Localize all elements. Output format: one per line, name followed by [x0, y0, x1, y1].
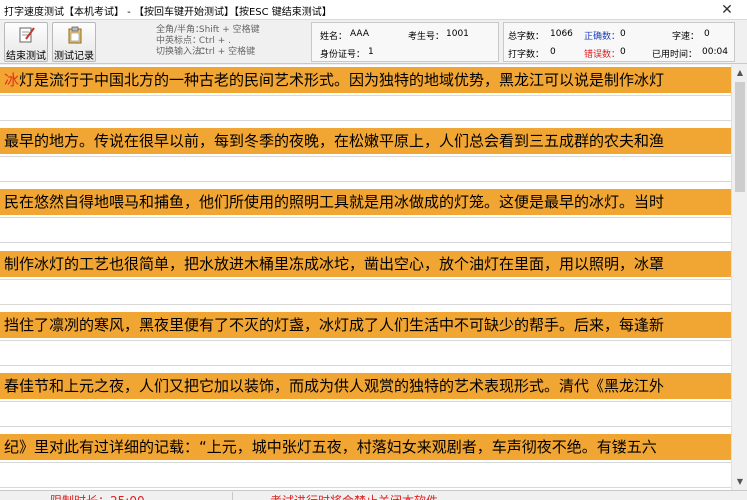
total-count-label: 总字数：	[508, 32, 545, 42]
name-value: AAA	[350, 29, 369, 39]
end-test-label: 结束测试	[6, 51, 46, 62]
exam-number-value: 1001	[446, 29, 469, 39]
shortcut-hints: 全角/半角： Shift + 空格键 中英标点： Ctrl + . 切换输入法：…	[156, 25, 260, 58]
scroll-down-icon[interactable]: ▼	[732, 474, 747, 490]
current-char: 冰	[4, 71, 20, 89]
shortcut-row: 全角/半角： Shift + 空格键	[156, 25, 260, 35]
close-icon[interactable]: ✕	[707, 0, 747, 20]
exam-number-label: 考生号：	[408, 32, 445, 42]
scroll-up-icon[interactable]: ▲	[732, 65, 747, 81]
speed-label: 字速：	[672, 32, 700, 42]
title-bar: 打字速度测试【本机考试】 - 【按回车键开始测试】【按ESC 键结束测试】 ✕	[0, 0, 747, 20]
window-title: 打字速度测试【本机考试】 - 【按回车键开始测试】【按ESC 键结束测试】	[4, 7, 332, 18]
stats-panel: 总字数： 1066 正确数： 0 字速： 0 打字数： 0 错误数： 0 已用时…	[503, 22, 735, 62]
vertical-scrollbar[interactable]: ▲ ▼	[731, 65, 747, 490]
name-label: 姓名：	[320, 32, 348, 42]
typed-count-label: 打字数：	[508, 50, 545, 60]
source-text-line: 冰灯是流行于中国北方的一种古老的民间艺术形式。因为独特的地域优势，黑龙江可以说是…	[0, 67, 731, 93]
shortcut-row: 中英标点： Ctrl + .	[156, 36, 232, 46]
source-text-line: 挡住了凛冽的寒风，黑夜里便有了不灭的灯盏，冰灯成了人们生活中不可缺少的帮手。后来…	[0, 312, 731, 338]
id-number-value: 1	[368, 47, 374, 57]
speed-value: 0	[704, 29, 710, 39]
shortcut-row: 切换输入法： Ctrl + 空格键	[156, 47, 256, 57]
typing-input-line[interactable]	[0, 156, 731, 182]
end-test-button[interactable]: 结束测试	[4, 22, 48, 62]
elapsed-time-label: 已用时间：	[652, 50, 698, 60]
examinee-info-panel: 姓名： AAA 考生号： 1001 身份证号： 1	[311, 22, 499, 62]
test-record-button[interactable]: 测试记录	[52, 22, 96, 62]
exam-notice-text: 考试进行时将会禁止关闭本软件	[270, 492, 438, 500]
status-divider	[232, 492, 233, 500]
source-text-line: 民在悠然自得地喂马和捕鱼，他们所使用的照明工具就是用冰做成的灯笼。这便是最早的冰…	[0, 189, 731, 215]
source-text-line: 最早的地方。传说在很早以前，每到冬季的夜晚，在松嫩平原上，人们总会看到三五成群的…	[0, 128, 731, 154]
typing-input-line[interactable]	[0, 401, 731, 427]
total-count-value: 1066	[550, 29, 573, 39]
typing-input-line[interactable]	[0, 462, 731, 488]
correct-count-label: 正确数：	[584, 32, 621, 42]
typed-count-value: 0	[550, 47, 556, 57]
typing-input-line[interactable]	[0, 217, 731, 243]
elapsed-time-value: 00:04	[702, 47, 728, 57]
status-bar: 限制时长：25:00 考试进行时将会禁止关闭本软件	[0, 490, 747, 500]
error-count-value: 0	[620, 47, 626, 57]
app-window: 打字速度测试【本机考试】 - 【按回车键开始测试】【按ESC 键结束测试】 ✕ …	[0, 0, 747, 500]
correct-count-value: 0	[620, 29, 626, 39]
time-limit-text: 限制时长：25:00	[50, 492, 145, 500]
typing-area: 冰灯是流行于中国北方的一种古老的民间艺术形式。因为独特的地域优势，黑龙江可以说是…	[0, 65, 731, 490]
typing-input-line[interactable]	[0, 279, 731, 305]
pen-icon	[19, 27, 35, 43]
clipboard-icon	[68, 26, 82, 44]
error-count-label: 错误数：	[584, 50, 621, 60]
typing-input-line[interactable]	[0, 340, 731, 366]
id-number-label: 身份证号：	[320, 50, 366, 60]
typing-input-line[interactable]	[0, 95, 731, 121]
source-text-line: 制作冰灯的工艺也很简单，把水放进木桶里冻成冰坨，凿出空心，放个油灯在里面，用以照…	[0, 251, 731, 277]
source-text-line: 纪》里对此有过详细的记载：“上元，城中张灯五夜，村落妇女来观剧者，车声彻夜不绝。…	[0, 434, 731, 460]
toolbar: 结束测试 测试记录 全角/半角： Shift + 空格键 中英标点： Ctrl …	[0, 20, 747, 64]
test-record-label: 测试记录	[54, 51, 94, 62]
source-text-line: 春佳节和上元之夜，人们又把它加以装饰，而成为供人观赏的独特的艺术表现形式。清代《…	[0, 373, 731, 399]
scroll-thumb[interactable]	[735, 82, 745, 192]
